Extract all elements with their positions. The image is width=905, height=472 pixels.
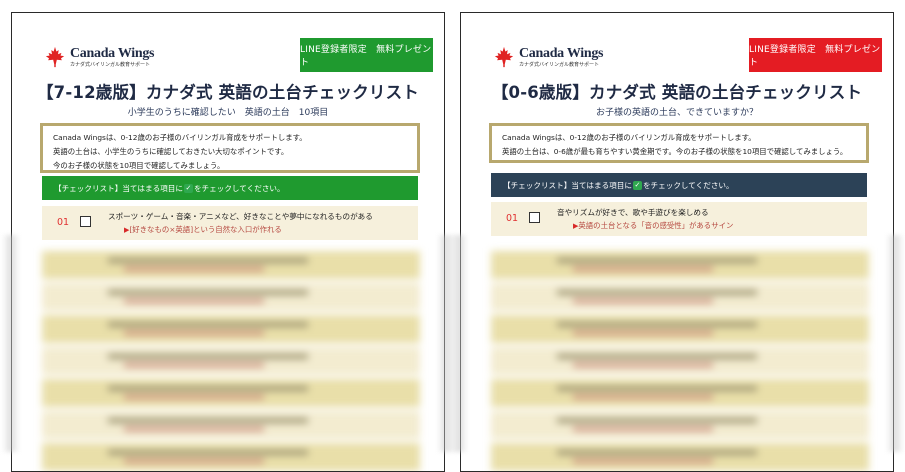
item-subtext-label: 英語の土台となる「音の感受性」があるサイン [578,221,734,230]
edge-shadow [2,235,20,452]
line-present-badge: LINE登録者限定 無料プレゼント [749,38,882,72]
intro-line: 今のお子様の状態を10項目で確認してみましょう。 [53,161,225,170]
bar-text-after: をチェックしてください。 [193,183,285,193]
item-text: スポーツ・ゲーム・音楽・アニメなど、好きなことや夢中になれるものがある [108,212,373,221]
item-subtext: ▶[好きなもの×英語]という自然な入口が作れる [124,224,282,235]
brand-name: Canada Wings [519,45,604,61]
intro-box: Canada Wingsは、0-12歳のお子様のバイリンガル育成をサポートします… [489,123,869,163]
checklist-header-bar: 【チェックリスト】当てはまる項目に ✓ をチェックしてください。 [491,173,867,197]
intro-line: 英語の土台は、0-6歳が最も育ちやすい黄金期です。今のお子様の状態を10項目で確… [502,147,848,156]
item-number: 01 [57,217,70,228]
checklist-page-0-6: Canada Wings カナダ式バイリンガル教育サポート LINE登録者限定 … [460,12,894,472]
page-title: 【0-6歳版】カナダ式 英語の土台チェックリスト [491,83,863,102]
intro-line: Canada Wingsは、0-12歳のお子様のバイリンガル育成をサポートします… [53,133,307,142]
checkmark-icon: ✓ [183,183,193,193]
bar-text-before: 【チェックリスト】当てはまる項目に [54,183,183,193]
item-text: 音やリズムが好きで、歌や手遊びを楽しめる [557,208,709,217]
page-subtitle: お子様の英語の土台、できていますか？ [595,108,758,118]
logo: Canada Wings カナダ式バイリンガル教育サポート [493,43,604,71]
item-checkbox[interactable] [529,212,540,223]
checklist-item: 01 音やリズムが好きで、歌や手遊びを楽しめる ▶英語の土台となる「音の感受性」… [491,202,867,236]
bar-text-after: をチェックしてください。 [642,180,734,190]
brand-tagline: カナダ式バイリンガル教育サポート [70,61,151,68]
blurred-items [481,251,881,471]
checklist-header-bar: 【チェックリスト】当てはまる項目に ✓ をチェックしてください。 [42,176,418,200]
brand-name: Canada Wings [70,45,155,61]
checkmark-icon: ✓ [632,180,642,190]
bar-text-before: 【チェックリスト】当てはまる項目に [503,180,632,190]
checklist-page-7-12: Canada Wings カナダ式バイリンガル教育サポート LINE登録者限定 … [11,12,445,472]
page-title: 【7-12歳版】カナダ式 英語の土台チェックリスト [36,83,420,102]
item-subtext-label: [好きなもの×英語]という自然な入口が作れる [129,225,282,234]
edge-shadow [886,235,904,452]
intro-line: 英語の土台は、小学生のうちに確認しておきたい大切なポイントです。 [53,147,289,156]
blurred-items [32,251,432,471]
intro-line: Canada Wingsは、0-12歳のお子様のバイリンガル育成をサポートします… [502,133,756,142]
edge-shadow [450,235,468,452]
checklist-item: 01 スポーツ・ゲーム・音楽・アニメなど、好きなことや夢中になれるものがある ▶… [42,206,418,240]
intro-box: Canada Wingsは、0-12歳のお子様のバイリンガル育成をサポートします… [40,123,420,173]
maple-leaf-icon [494,46,514,68]
brand-tagline: カナダ式バイリンガル教育サポート [519,61,600,68]
logo: Canada Wings カナダ式バイリンガル教育サポート [44,43,155,71]
item-checkbox[interactable] [80,216,91,227]
maple-leaf-icon [45,46,65,68]
item-subtext: ▶英語の土台となる「音の感受性」があるサイン [573,220,733,231]
item-number: 01 [506,213,519,224]
line-present-badge: LINE登録者限定 無料プレゼント [300,38,433,72]
page-subtitle: 小学生のうちに確認したい 英語の土台 10項目 [127,108,329,118]
